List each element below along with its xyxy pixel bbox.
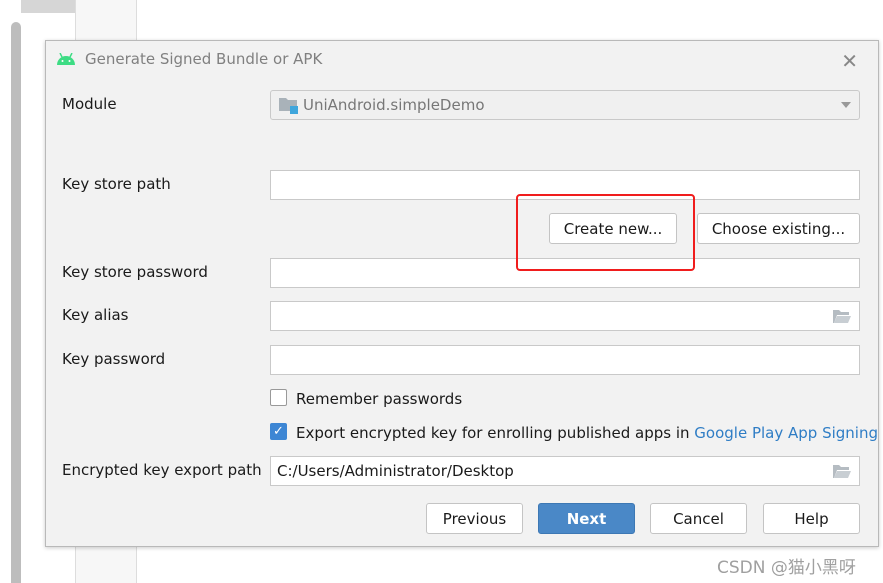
help-button[interactable]: Help: [763, 503, 860, 534]
export-path-value: C:/Users/Administrator/Desktop: [277, 462, 514, 480]
background-panel: [21, 0, 75, 13]
close-icon[interactable]: ✕: [841, 49, 858, 73]
module-label: Module: [62, 95, 117, 113]
key-store-path-label: Key store path: [62, 175, 171, 193]
dialog-title-text: Generate Signed Bundle or APK: [85, 50, 323, 68]
key-alias-input[interactable]: [270, 301, 860, 331]
generate-signed-dialog: Generate Signed Bundle or APK ✕ Module U…: [45, 40, 879, 547]
folder-icon[interactable]: [833, 310, 851, 323]
export-path-input[interactable]: C:/Users/Administrator/Desktop: [270, 456, 860, 486]
google-play-signing-link[interactable]: Google Play App Signing: [694, 424, 878, 442]
export-key-label: Export encrypted key for enrolling publi…: [296, 424, 690, 442]
export-key-row: Export encrypted key for enrolling publi…: [296, 424, 878, 442]
key-password-input[interactable]: [270, 345, 860, 375]
dialog-title: Generate Signed Bundle or APK: [56, 50, 322, 68]
module-select[interactable]: UniAndroid.simpleDemo: [270, 90, 860, 120]
module-value: UniAndroid.simpleDemo: [303, 96, 485, 114]
previous-button[interactable]: Previous: [426, 503, 523, 534]
chevron-down-icon: [841, 102, 851, 108]
key-store-password-label: Key store password: [62, 263, 208, 281]
remember-passwords-label: Remember passwords: [296, 390, 463, 408]
watermark: CSDN @猫小黑呀: [717, 558, 856, 578]
folder-icon[interactable]: [833, 465, 851, 478]
highlight-annotation: [516, 194, 695, 271]
module-folder-icon: [279, 98, 298, 114]
android-icon: [57, 53, 75, 65]
next-button[interactable]: Next: [538, 503, 635, 534]
choose-existing-button[interactable]: Choose existing...: [697, 213, 860, 244]
export-key-checkbox[interactable]: ✓: [270, 423, 287, 440]
export-path-label: Encrypted key export path: [62, 461, 262, 479]
key-alias-label: Key alias: [62, 306, 129, 324]
remember-passwords-checkbox[interactable]: [270, 389, 287, 406]
key-password-label: Key password: [62, 350, 166, 368]
background-scrollbar: [11, 22, 21, 583]
cancel-button[interactable]: Cancel: [650, 503, 747, 534]
